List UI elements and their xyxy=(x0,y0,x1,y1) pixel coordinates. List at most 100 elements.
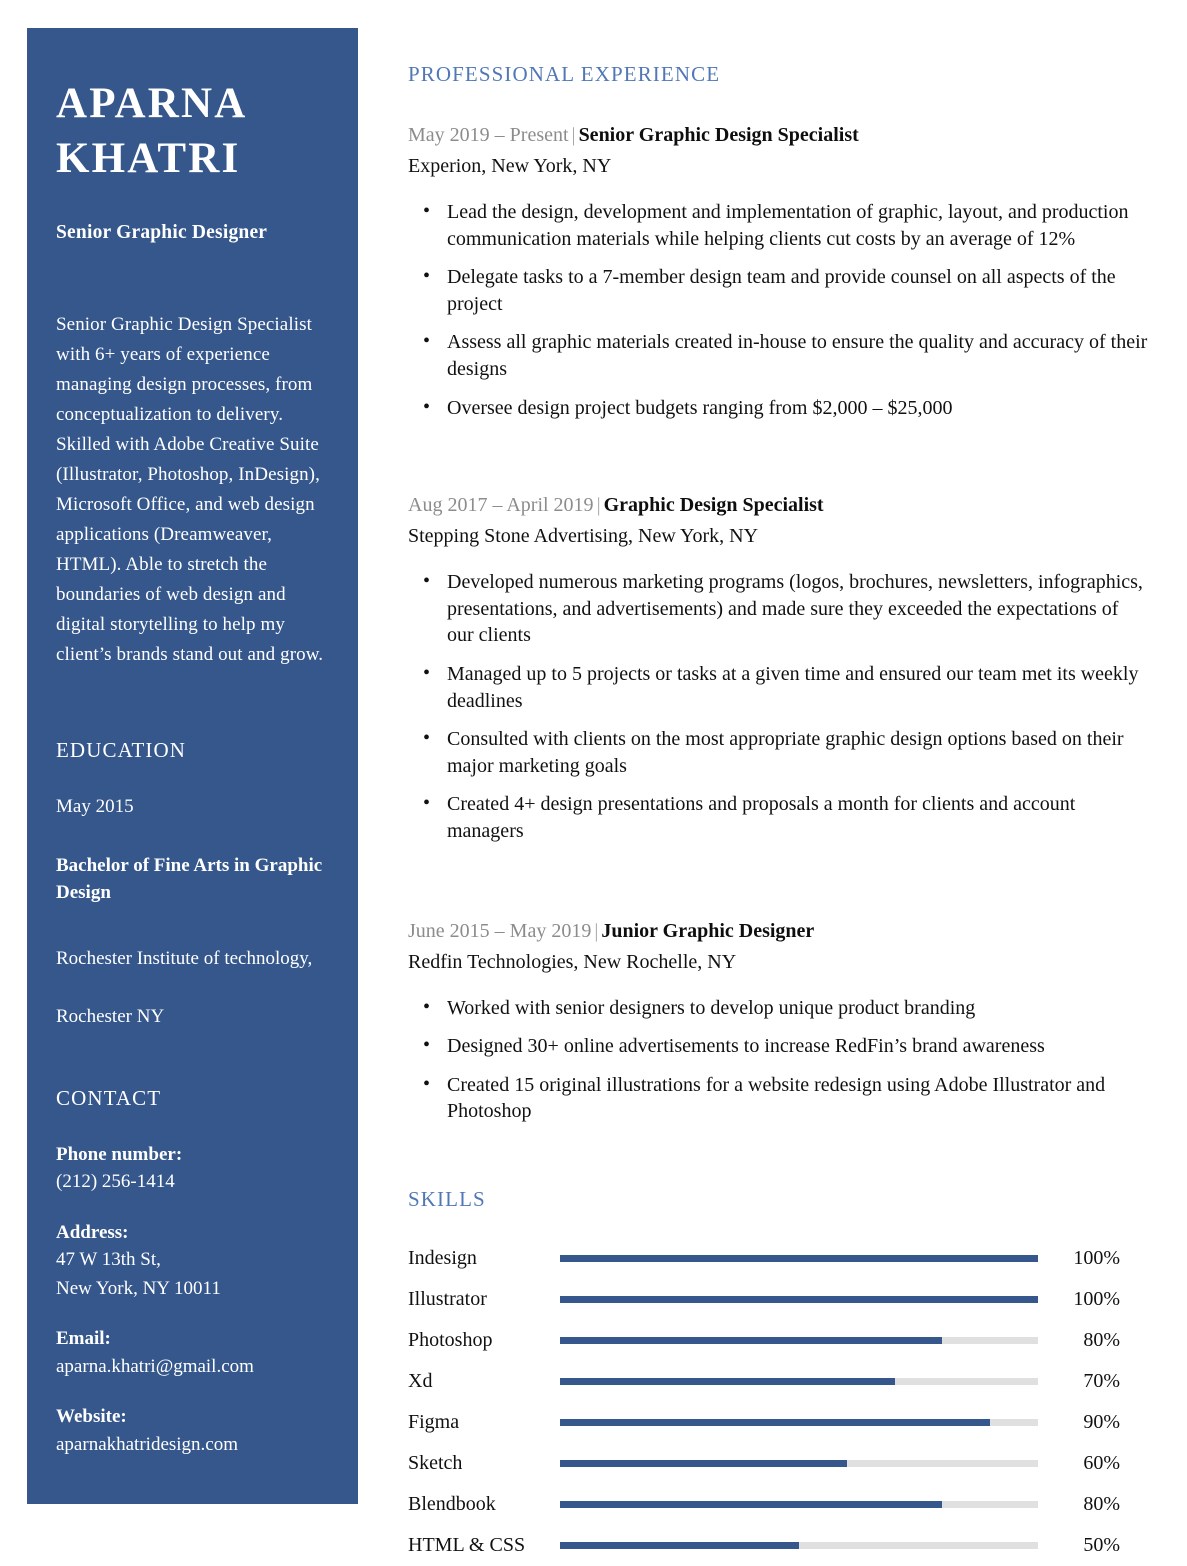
skills-list: Indesign 100% Illustrator 100% Photoshop 80% X… xyxy=(408,1238,1148,1566)
skill-percent: 60% xyxy=(1083,1452,1120,1475)
experience-bullet: Developed numerous marketing programs (l… xyxy=(408,568,1148,649)
experience-entry: Aug 2017 – April 2019 | Graphic Design Spe… xyxy=(408,491,1148,844)
education-date: May 2015 xyxy=(56,796,134,818)
experience-bullet: Created 15 original illustrations for a … xyxy=(408,1071,1148,1125)
skills-heading: SKILLS xyxy=(408,1186,486,1211)
skill-bar-fill xyxy=(560,1336,943,1344)
experience-bullet: Lead the design, development and impleme… xyxy=(408,198,1148,252)
skill-row: Sketch 60% xyxy=(408,1443,1148,1484)
address-line-1: 47 W 13th St, xyxy=(56,1249,161,1271)
skill-label: Blendbook xyxy=(408,1493,496,1516)
experience-entry: May 2019 – Present | Senior Graphic Design… xyxy=(408,121,1148,421)
skill-bar-track xyxy=(560,1541,1038,1549)
education-heading: EDUCATION xyxy=(56,738,187,763)
experience-entry-header: Aug 2017 – April 2019 | Graphic Design Spe… xyxy=(408,491,1148,520)
experience-heading: PROFESSIONAL EXPERIENCE xyxy=(408,62,721,86)
skill-label: Photoshop xyxy=(408,1329,493,1352)
email-label: Email: xyxy=(56,1328,111,1350)
experience-dates: June 2015 – May 2019 xyxy=(408,919,592,942)
experience-company: Redfin Technologies, New Rochelle, NY xyxy=(408,950,737,973)
skill-label: Xd xyxy=(408,1370,433,1393)
skill-label: Sketch xyxy=(408,1452,463,1475)
skill-percent: 80% xyxy=(1083,1329,1120,1352)
skill-percent: 70% xyxy=(1083,1370,1120,1393)
website-value[interactable]: aparnakhatridesign.com xyxy=(56,1431,330,1460)
education-degree: Bachelor of Fine Arts in Graphic Design xyxy=(56,854,323,904)
skill-row: Indesign 100% xyxy=(408,1238,1148,1279)
experience-company: Experion, New York, NY xyxy=(408,155,612,177)
skill-label: Indesign xyxy=(408,1247,477,1270)
address-label: Address: xyxy=(56,1221,129,1243)
experience-bullet: Managed up to 5 projects or tasks at a g… xyxy=(408,660,1148,714)
skill-percent: 100% xyxy=(1073,1288,1120,1311)
name-line-last: KHATRI xyxy=(56,135,241,183)
skill-bar-track xyxy=(560,1459,1038,1467)
experience-dates: Aug 2017 – April 2019 xyxy=(408,494,594,517)
skills-section: SKILLS Indesign 100% Illustrator 100% Photos… xyxy=(408,1187,1148,1566)
phone-label: Phone number: xyxy=(56,1143,183,1165)
skill-row: HTML & CSS 50% xyxy=(408,1525,1148,1566)
experience-separator: | xyxy=(596,494,601,517)
contact-section: CONTACT Phone number: (212) 256-1414 Add… xyxy=(56,1086,330,1460)
professional-summary: Senior Graphic Design Specialist with 6+… xyxy=(56,314,324,666)
main-content: PROFESSIONAL EXPERIENCE May 2019 – Prese… xyxy=(408,62,1148,1566)
skill-percent: 100% xyxy=(1073,1247,1120,1270)
skill-label: HTML & CSS xyxy=(408,1534,526,1557)
name-line-first: APARNA xyxy=(56,80,248,127)
skill-percent: 80% xyxy=(1083,1493,1120,1516)
experience-entry: June 2015 – May 2019 | Junior Graphic Desi… xyxy=(408,917,1148,1125)
skill-bar-fill xyxy=(560,1418,991,1426)
skill-bar-fill xyxy=(560,1254,1038,1262)
skill-bar-fill xyxy=(560,1500,943,1508)
candidate-job-title: Senior Graphic Designer xyxy=(56,222,268,244)
experience-bullet: Created 4+ design presentations and prop… xyxy=(408,790,1148,844)
email-value[interactable]: aparna.khatri@gmail.com xyxy=(56,1353,330,1382)
skill-bar-track xyxy=(560,1295,1038,1303)
experience-separator: | xyxy=(571,124,576,146)
skill-row: Blendbook 80% xyxy=(408,1484,1148,1525)
experience-dates: May 2019 – Present xyxy=(408,124,569,146)
skill-percent: 50% xyxy=(1083,1534,1120,1557)
skill-row: Xd 70% xyxy=(408,1361,1148,1402)
experience-bullet: Oversee design project budgets ranging f… xyxy=(408,394,1148,422)
education-section: EDUCATION May 2015 Bachelor of Fine Arts… xyxy=(56,738,330,1032)
experience-bullets: Lead the design, development and impleme… xyxy=(408,198,1148,422)
skill-bar-fill xyxy=(560,1295,1038,1303)
experience-entry-header: June 2015 – May 2019 | Junior Graphic Desi… xyxy=(408,917,1148,946)
experience-title: Junior Graphic Designer xyxy=(601,919,815,942)
skill-label: Figma xyxy=(408,1411,460,1434)
experience-separator: | xyxy=(594,919,599,942)
skill-bar-track xyxy=(560,1336,1038,1344)
skill-row: Figma 90% xyxy=(408,1402,1148,1443)
contact-heading: CONTACT xyxy=(56,1085,162,1110)
address-line-2: New York, NY 10011 xyxy=(56,1277,221,1299)
skill-row: Photoshop 80% xyxy=(408,1320,1148,1361)
skill-bar-track xyxy=(560,1418,1038,1426)
sidebar: APARNA KHATRI Senior Graphic Designer Se… xyxy=(27,28,358,1504)
skill-bar-fill xyxy=(560,1541,799,1549)
skill-bar-fill xyxy=(560,1459,847,1467)
experience-bullet: Consulted with clients on the most appro… xyxy=(408,725,1148,779)
experience-bullet: Worked with senior designers to develop … xyxy=(408,994,1148,1022)
experience-company: Stepping Stone Advertising, New York, NY xyxy=(408,525,759,548)
education-location: Rochester NY xyxy=(56,1006,165,1028)
education-school: Rochester Institute of technology, xyxy=(56,947,313,969)
skill-label: Illustrator xyxy=(408,1288,487,1311)
website-label: Website: xyxy=(56,1406,127,1428)
skill-bar-track xyxy=(560,1500,1038,1508)
experience-entry-header: May 2019 – Present | Senior Graphic Design… xyxy=(408,121,1148,150)
skill-bar-track xyxy=(560,1377,1038,1385)
experience-bullets: Developed numerous marketing programs (l… xyxy=(408,568,1148,844)
skill-row: Illustrator 100% xyxy=(408,1279,1148,1320)
phone-value[interactable]: (212) 256-1414 xyxy=(56,1168,330,1197)
experience-bullet: Designed 30+ online advertisements to in… xyxy=(408,1032,1148,1060)
experience-title: Senior Graphic Design Specialist xyxy=(578,124,859,146)
experience-bullet: Delegate tasks to a 7-member design team… xyxy=(408,263,1148,317)
skill-bar-fill xyxy=(560,1377,895,1385)
experience-title: Graphic Design Specialist xyxy=(603,494,824,517)
skill-percent: 90% xyxy=(1083,1411,1120,1434)
skill-bar-track xyxy=(560,1254,1038,1262)
experience-bullet: Assess all graphic materials created in-… xyxy=(408,328,1148,382)
experience-bullets: Worked with senior designers to develop … xyxy=(408,994,1148,1125)
candidate-name: APARNA KHATRI xyxy=(56,76,330,186)
